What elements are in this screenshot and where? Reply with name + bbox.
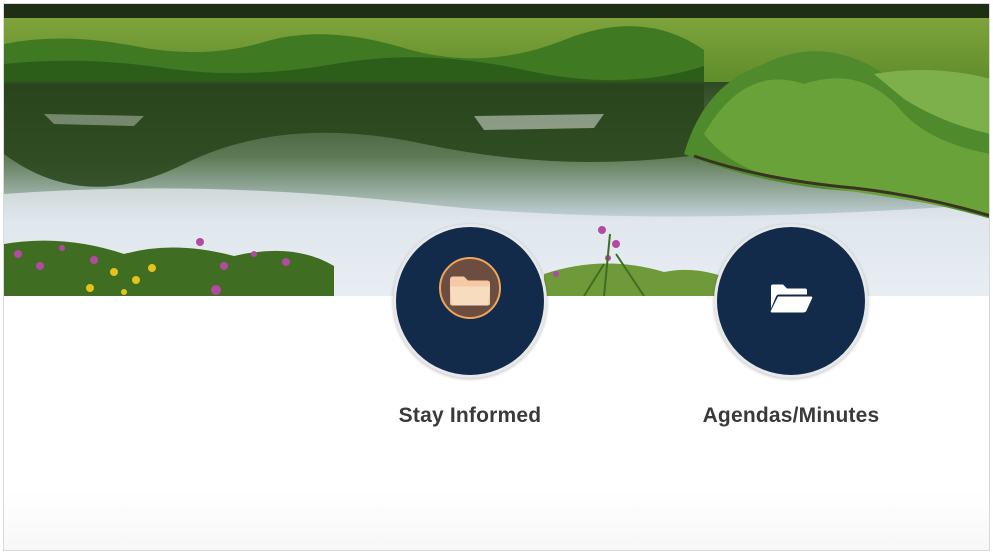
quick-links: Stay Informed Agendas/Minutes: [4, 4, 989, 550]
page-frame: Stay Informed Agendas/Minutes: [3, 3, 990, 551]
folder-open-icon: [769, 283, 813, 320]
bottom-fade: [4, 490, 989, 550]
agendas-minutes-label[interactable]: Agendas/Minutes: [681, 404, 901, 428]
stay-informed-label[interactable]: Stay Informed: [360, 404, 580, 428]
agendas-minutes-circle[interactable]: [714, 224, 868, 378]
stay-informed-circle[interactable]: [393, 224, 547, 378]
quick-link-stay-informed[interactable]: Stay Informed: [360, 224, 580, 428]
quick-link-agendas-minutes[interactable]: Agendas/Minutes: [681, 224, 901, 428]
folder-icon: [448, 274, 492, 313]
